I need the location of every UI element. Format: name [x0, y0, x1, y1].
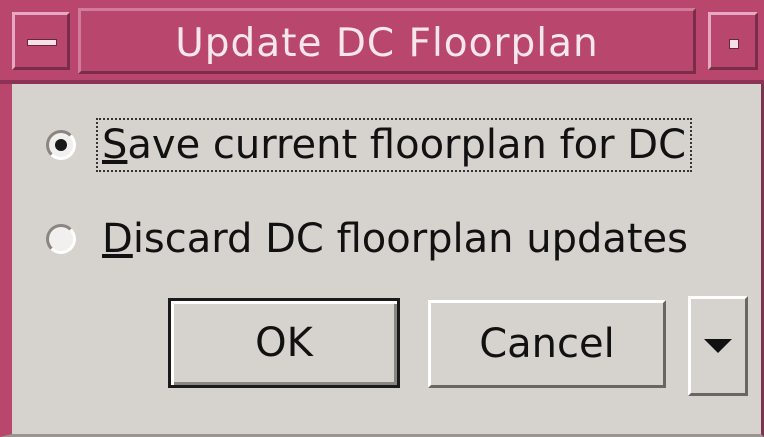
- window-menu-icon: [27, 39, 57, 46]
- window-title: Update DC Floorplan: [78, 8, 696, 74]
- more-options-button[interactable]: [688, 296, 748, 396]
- radio-discard-indicator[interactable]: [46, 224, 76, 254]
- mnemonic-s: S: [102, 122, 128, 168]
- window-menu-button[interactable]: [12, 12, 70, 70]
- ok-label: OK: [255, 320, 313, 366]
- cancel-button[interactable]: Cancel: [428, 300, 666, 388]
- mnemonic-d: D: [102, 216, 133, 262]
- maximize-button[interactable]: [708, 12, 758, 70]
- radio-discard-updates[interactable]: Discard DC floorplan updates: [42, 204, 692, 274]
- radio-discard-text: iscard DC floorplan updates: [132, 216, 689, 262]
- radio-discard-label[interactable]: Discard DC floorplan updates: [98, 214, 692, 264]
- dialog-window: Update DC Floorplan Save current floorpl…: [0, 0, 764, 437]
- radio-save-floorplan[interactable]: Save current floorplan for DC: [42, 110, 693, 180]
- radio-save-label[interactable]: Save current floorplan for DC: [95, 118, 693, 172]
- radio-save-text: ave current floorplan for DC: [127, 122, 687, 168]
- radio-save-indicator[interactable]: [46, 130, 76, 160]
- dropdown-arrow-icon: [704, 339, 732, 353]
- title-bar[interactable]: Update DC Floorplan: [0, 0, 764, 84]
- ok-button[interactable]: OK: [168, 298, 400, 388]
- cancel-label: Cancel: [479, 321, 615, 367]
- maximize-icon: [729, 39, 739, 49]
